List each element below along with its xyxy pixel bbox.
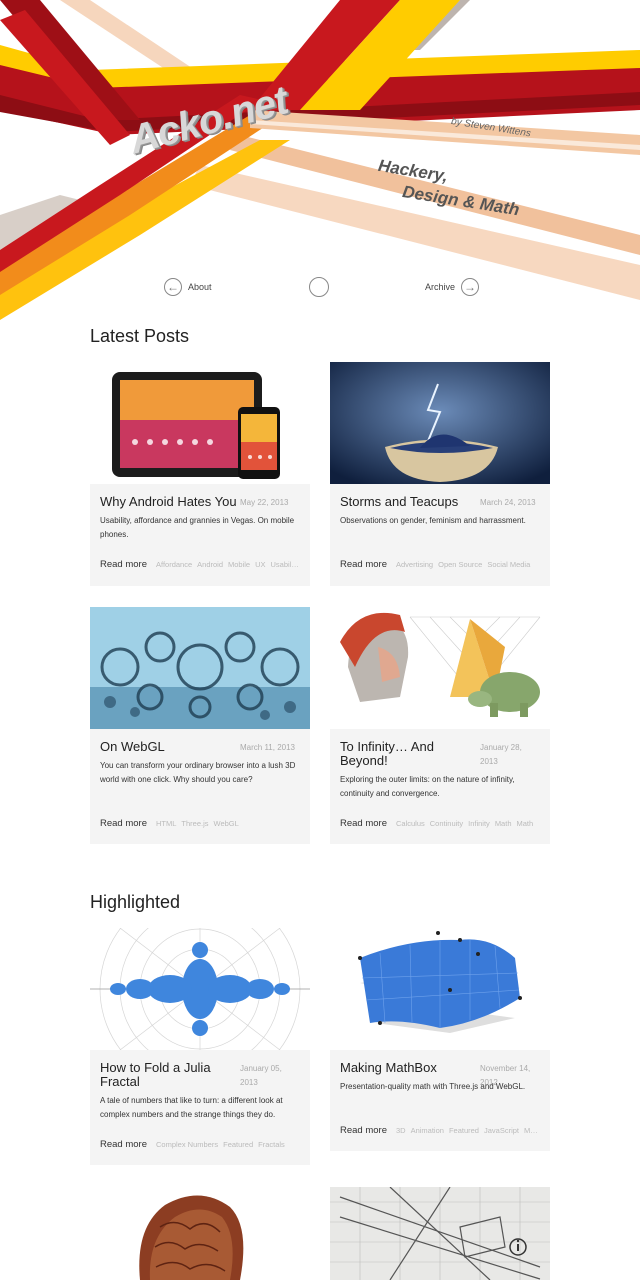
post-thumbnail-sketch[interactable]	[330, 1187, 550, 1280]
post-thumbnail-brain[interactable]	[90, 1187, 310, 1280]
tag-link[interactable]: JavaScript	[484, 1126, 519, 1135]
read-more-link[interactable]: Read more	[100, 1139, 147, 1150]
post-thumbnail-webgl-fractal[interactable]	[90, 607, 310, 729]
nav-archive-label: Archive	[425, 282, 456, 292]
post-footer: Read more Affordance Android Mobile UX Usabi…	[100, 557, 300, 571]
post-tags: 3D Animation Featured JavaScript Math	[396, 1126, 540, 1135]
tag-link[interactable]: Math	[517, 819, 534, 828]
post-footer: Read more Advertising Open Source Social M…	[340, 557, 540, 571]
post-card-mathbox[interactable]: Making MathBox November 14, 2012 Present…	[330, 928, 550, 1151]
tag-link[interactable]: Animation	[411, 1126, 444, 1135]
post-thumbnail-julia-fractal[interactable]	[90, 928, 310, 1050]
post-tags: Complex Numbers Featured Fractals	[156, 1140, 290, 1149]
post-description: Exploring the outer limits: on the natur…	[340, 775, 515, 798]
tag-link[interactable]: Fractals	[258, 1140, 285, 1149]
post-description: Presentation-quality math with Three.js …	[340, 1082, 526, 1091]
post-card-sketch[interactable]	[330, 1187, 550, 1280]
tag-link[interactable]: Affordance	[156, 560, 192, 569]
nav-archive-link[interactable]: Archive →	[425, 276, 480, 298]
tag-link[interactable]: Social Media	[487, 560, 530, 569]
post-thumbnail-achilles-tortoise[interactable]	[330, 607, 550, 729]
post-thumbnail-mathbox-surface[interactable]	[330, 928, 550, 1050]
post-title[interactable]: How to Fold a Julia Fractal	[100, 1061, 238, 1089]
arrow-left-icon: ←	[164, 278, 182, 296]
tag-link[interactable]: Open Source	[438, 560, 482, 569]
tag-link[interactable]: 3D	[396, 1126, 406, 1135]
tag-link[interactable]: Three.js	[181, 819, 208, 828]
tag-link[interactable]: Usability	[271, 560, 299, 569]
post-date: May 22, 2013	[240, 498, 289, 507]
tag-link[interactable]: Featured	[449, 1126, 479, 1135]
tag-link[interactable]: Mobile	[228, 560, 250, 569]
nav-about-label: About	[188, 282, 212, 292]
post-description: Usability, affordance and grannies in Ve…	[100, 516, 295, 539]
post-title[interactable]: On WebGL	[100, 740, 238, 754]
post-title[interactable]: Why Android Hates You	[100, 495, 238, 509]
tag-link[interactable]: Android	[197, 560, 223, 569]
post-title[interactable]: Storms and Teacups	[340, 495, 478, 509]
post-card-android[interactable]: Why Android Hates You May 22, 2013 Usabi…	[90, 362, 310, 586]
post-tags: HTML Three.js WebGL	[156, 819, 244, 828]
post-card-brain[interactable]	[90, 1187, 310, 1280]
highlighted-heading: Highlighted	[90, 892, 181, 912]
tag-link[interactable]: Infinity	[468, 819, 490, 828]
tag-link[interactable]: WebGL	[214, 819, 239, 828]
tag-link[interactable]: Calculus	[396, 819, 425, 828]
tag-link[interactable]: Math	[524, 1126, 540, 1135]
tag-link[interactable]: Complex Numbers	[156, 1140, 218, 1149]
read-more-link[interactable]: Read more	[340, 559, 387, 570]
read-more-link[interactable]: Read more	[100, 818, 147, 829]
tag-link[interactable]: Math	[495, 819, 512, 828]
post-tags: Affordance Android Mobile UX Usability	[156, 560, 300, 569]
tag-link[interactable]: UX	[255, 560, 265, 569]
post-date: January 28, 2013	[480, 743, 522, 766]
post-footer: Read more HTML Three.js WebGL	[100, 816, 300, 830]
read-more-link[interactable]: Read more	[100, 559, 147, 570]
tag-link[interactable]: Advertising	[396, 560, 433, 569]
post-tags: Calculus Continuity Infinity Math Math	[396, 819, 538, 828]
latest-posts-heading: Latest Posts	[90, 326, 190, 346]
read-more-link[interactable]: Read more	[340, 1125, 387, 1136]
post-card-storms[interactable]: Storms and Teacups March 24, 2013 Observ…	[330, 362, 550, 586]
post-description: A tale of numbers that like to turn: a d…	[100, 1096, 283, 1119]
post-footer: Read more Calculus Continuity Infinity Math…	[340, 816, 540, 830]
post-thumbnail-android-tablet[interactable]	[90, 362, 310, 484]
post-card-julia[interactable]: How to Fold a Julia Fractal January 05, …	[90, 928, 310, 1165]
post-description: Observations on gender, feminism and har…	[340, 516, 526, 525]
nav-home-link[interactable]	[309, 276, 329, 298]
circle-home-icon	[309, 277, 329, 297]
post-title[interactable]: To Infinity… And Beyond!	[340, 740, 478, 768]
post-date: March 11, 2013	[240, 743, 295, 752]
tag-link[interactable]: Featured	[223, 1140, 253, 1149]
post-date: January 05, 2013	[240, 1064, 282, 1087]
arrow-right-icon: →	[461, 278, 480, 296]
post-card-webgl[interactable]: On WebGL March 11, 2013 You can transfor…	[90, 607, 310, 844]
post-footer: Read more Complex Numbers Featured Fractal…	[100, 1137, 300, 1151]
post-thumbnail-storm-teacup[interactable]	[330, 362, 550, 484]
post-description: You can transform your ordinary browser …	[100, 761, 296, 784]
nav-about-link[interactable]: ← About	[164, 276, 212, 298]
post-card-infinity[interactable]: To Infinity… And Beyond! January 28, 201…	[330, 607, 550, 844]
post-date: March 24, 2013	[480, 498, 536, 507]
tag-link[interactable]: Continuity	[430, 819, 463, 828]
post-tags: Advertising Open Source Social Media	[396, 560, 535, 569]
post-footer: Read more 3D Animation Featured JavaScript M…	[340, 1123, 540, 1137]
post-title[interactable]: Making MathBox	[340, 1061, 478, 1075]
tag-link[interactable]: HTML	[156, 819, 176, 828]
read-more-link[interactable]: Read more	[340, 818, 387, 829]
